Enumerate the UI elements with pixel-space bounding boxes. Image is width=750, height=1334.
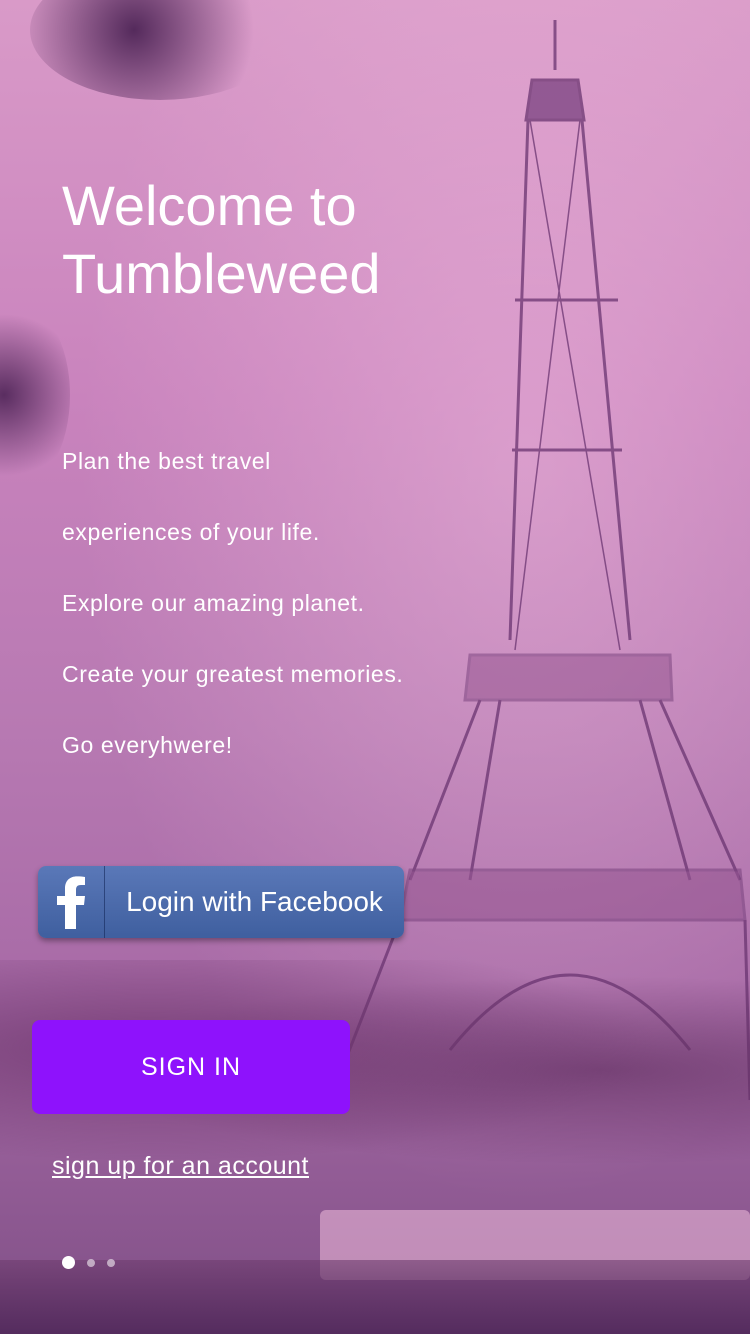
welcome-screen: Welcome to Tumbleweed Plan the best trav… (0, 0, 750, 1334)
page-indicator (62, 1256, 115, 1269)
sign-up-link[interactable]: sign up for an account (52, 1152, 309, 1181)
facebook-login-button[interactable]: Login with Facebook (38, 866, 404, 938)
tagline-line: Create your greatest memories. (62, 661, 404, 687)
page-dot[interactable] (87, 1258, 95, 1267)
background-river (0, 1260, 750, 1334)
tagline-line: Plan the best travel (62, 448, 271, 474)
facebook-icon (38, 866, 105, 938)
tagline-line: Explore our amazing planet. (62, 590, 365, 616)
welcome-title-line-2: Tumbleweed (62, 242, 381, 305)
welcome-title: Welcome to Tumbleweed (62, 172, 502, 308)
sign-in-button[interactable]: SIGN IN (32, 1020, 350, 1114)
tagline-line: experiences of your life. (62, 519, 320, 545)
page-dot[interactable] (107, 1258, 115, 1267)
page-dot-active[interactable] (62, 1256, 75, 1269)
facebook-login-label: Login with Facebook (126, 886, 383, 917)
tagline-list: Plan the best travel experiences of your… (62, 440, 403, 795)
welcome-title-line-1: Welcome to (62, 174, 357, 237)
tagline-line: Go everyhwere! (62, 732, 233, 758)
